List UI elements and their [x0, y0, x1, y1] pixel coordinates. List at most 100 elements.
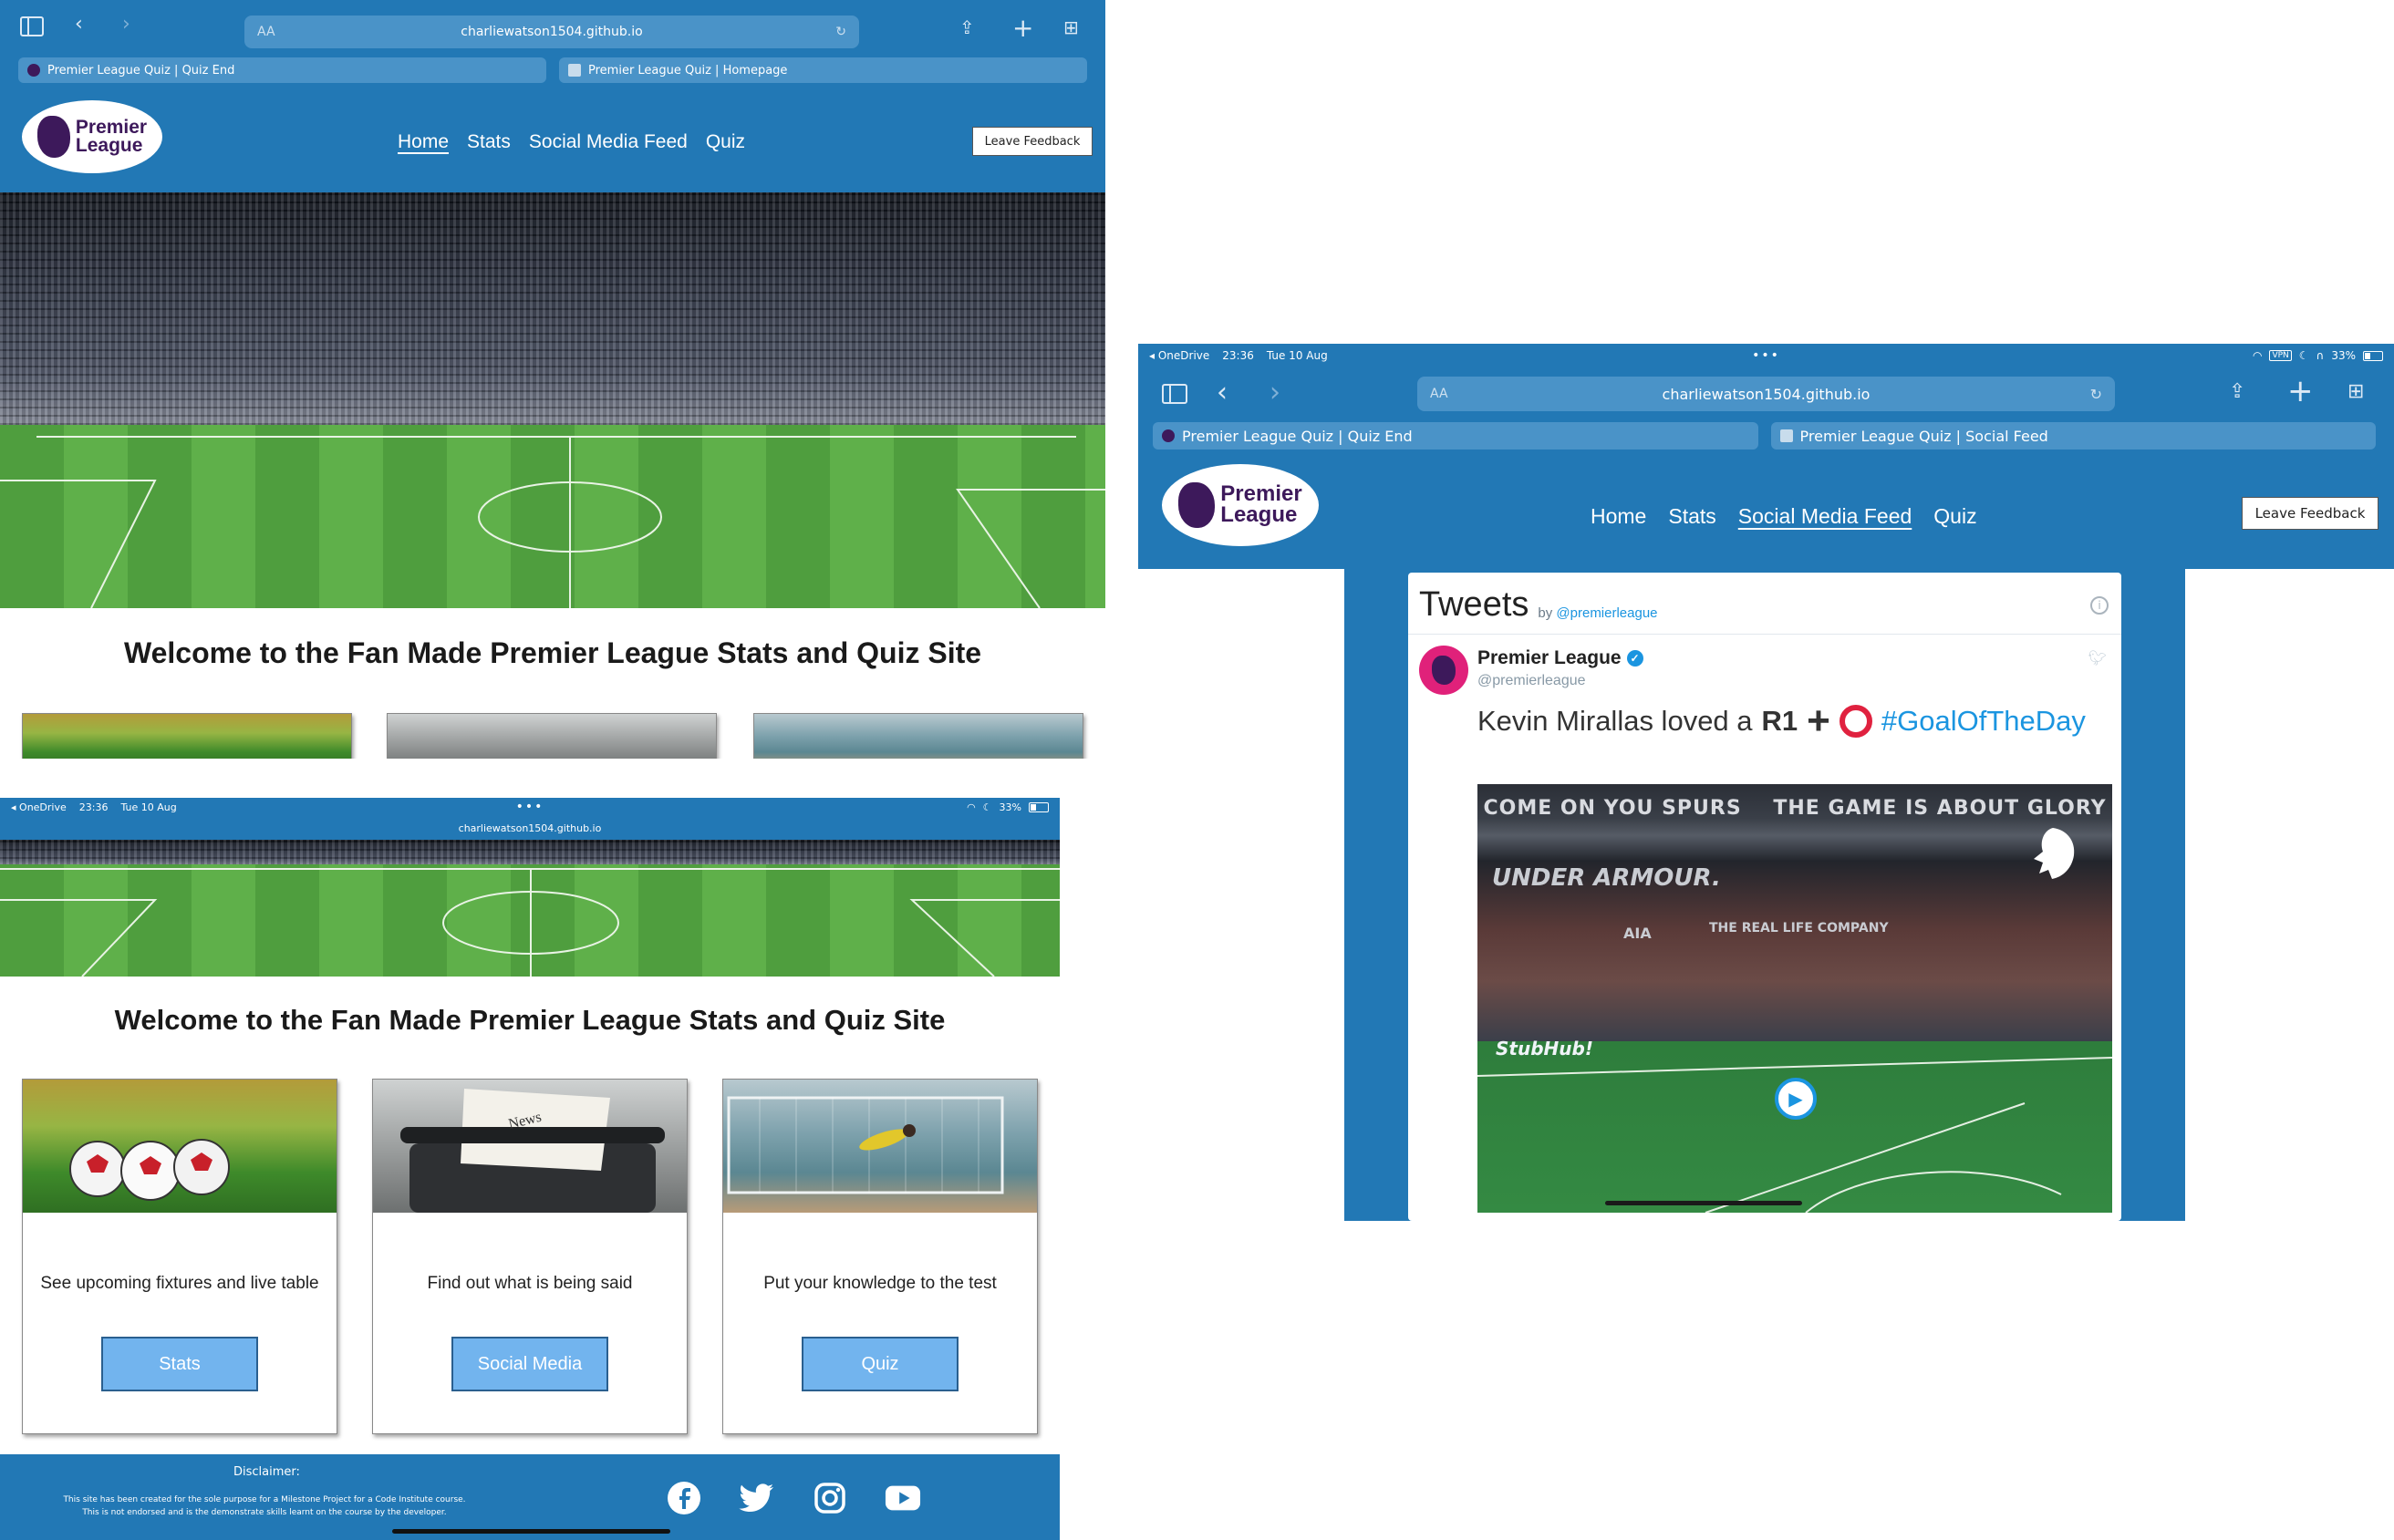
clock: 23:36 [1222, 349, 1254, 362]
sidebar-toggle-icon[interactable] [1162, 384, 1187, 404]
headphones-icon: ∩ [2316, 349, 2325, 362]
tweet-text-start: Kevin Mirallas loved a [1477, 705, 1753, 737]
nav-social-media-feed[interactable]: Social Media Feed [1738, 504, 1912, 529]
circle-emoji-icon [1839, 705, 1872, 738]
tab-overview-icon[interactable]: ⊞ [1063, 16, 1079, 38]
logo-line-2: League [1220, 502, 1298, 527]
info-icon[interactable]: i [2090, 596, 2109, 615]
premier-league-favicon [1162, 429, 1175, 442]
back-icon[interactable]: ‹ [75, 13, 83, 36]
tab-label: Premier League Quiz | Homepage [588, 63, 788, 78]
back-to-app[interactable]: ◂ OneDrive [11, 801, 67, 813]
multitask-dots-icon[interactable]: ••• [516, 800, 544, 814]
tab-quiz-end[interactable]: Premier League Quiz | Quiz End [18, 57, 546, 83]
date: Tue 10 Aug [1266, 349, 1328, 362]
status-bar: ◂ OneDrive 23:36 Tue 10 Aug ••• ◠ ☾ 33% [0, 798, 1060, 816]
nav-quiz[interactable]: Quiz [1933, 504, 1976, 529]
facebook-icon[interactable] [666, 1480, 702, 1516]
welcome-heading: Welcome to the Fan Made Premier League S… [114, 1004, 946, 1036]
card-social: News Find out what is being said Social … [372, 1079, 688, 1434]
tweets-by: by @premierleague [1538, 605, 1658, 621]
nav-stats[interactable]: Stats [467, 131, 511, 153]
tweet-text: Kevin Mirallas loved a R1 + #GoalOfTheDa… [1477, 698, 2086, 744]
browser-toolbar: ‹ › AA charliewatson1504.github.io ↻ ⇪ +… [1138, 367, 2394, 419]
stadium-hero-image [0, 840, 1060, 977]
multitask-dots-icon[interactable]: ••• [1752, 348, 1780, 363]
tweet-handle[interactable]: @premierleague [1477, 673, 1586, 689]
nav-home[interactable]: Home [398, 131, 449, 153]
premier-league-lion-watermark-icon [2034, 828, 2075, 879]
nav-social-media-feed[interactable]: Social Media Feed [529, 131, 688, 153]
browser-toolbar: ‹ › AA charliewatson1504.github.io ↻ ⇪ +… [0, 0, 1105, 53]
stats-button[interactable]: Stats [101, 1337, 258, 1391]
tweets-title: Tweets [1419, 585, 1529, 624]
verified-badge-icon: ✓ [1626, 650, 1643, 667]
reader-aa-icon[interactable]: AA [1430, 387, 1448, 401]
footballs-image [23, 1080, 337, 1213]
video-ad-real-life: THE REAL LIFE COMPANY [1709, 921, 1889, 935]
page-favicon [568, 64, 581, 77]
youtube-icon[interactable] [885, 1480, 921, 1516]
forward-icon[interactable]: › [1270, 377, 1280, 408]
share-icon[interactable]: ⇪ [2229, 380, 2245, 403]
back-icon[interactable]: ‹ [1217, 377, 1228, 408]
tab-homepage[interactable]: Premier League Quiz | Homepage [559, 57, 1087, 83]
quiz-button[interactable]: Quiz [802, 1337, 959, 1391]
card-quiz: Put your knowledge to the test Quiz [722, 1079, 1038, 1434]
hashtag-link[interactable]: #GoalOfTheDay [1881, 705, 2086, 738]
premier-league-favicon [27, 64, 40, 77]
share-icon[interactable]: ⇪ [959, 16, 975, 38]
nav-quiz[interactable]: Quiz [706, 131, 745, 153]
reader-aa-icon[interactable]: AA [257, 25, 275, 39]
instagram-icon[interactable] [812, 1480, 848, 1516]
premier-league-logo[interactable]: Premier League [1162, 464, 1319, 546]
nav-home[interactable]: Home [1591, 504, 1646, 529]
card-image [388, 714, 716, 759]
social-links [666, 1480, 921, 1516]
disclaimer-text: This site has been created for the sole … [36, 1494, 492, 1519]
disclaimer-line-2: This is not endorsed and is the demonstr… [82, 1507, 447, 1517]
tab-quiz-end[interactable]: Premier League Quiz | Quiz End [1153, 422, 1758, 450]
home-indicator[interactable] [1605, 1201, 1802, 1205]
reload-icon[interactable]: ↻ [2090, 386, 2102, 403]
main-nav: Home Stats Social Media Feed Quiz [398, 131, 745, 153]
premier-league-avatar[interactable] [1419, 646, 1468, 695]
compact-address-bar[interactable]: charliewatson1504.github.io [0, 816, 1060, 840]
social-feed-screenshot: ◂ OneDrive 23:36 Tue 10 Aug ••• ◠ VPN ☾ ∩ 33% … [1138, 344, 2394, 1224]
plus-emoji-icon: + [1807, 698, 1830, 743]
lion-icon [1178, 482, 1216, 528]
tweet-video[interactable]: COME ON YOU SPURS THE GAME IS ABOUT GLOR… [1477, 784, 2112, 1213]
social-media-button[interactable]: Social Media [451, 1337, 608, 1391]
battery-percent: 33% [999, 801, 1021, 813]
leave-feedback-button[interactable]: Leave Feedback [2242, 497, 2378, 530]
sidebar-toggle-icon[interactable] [20, 16, 44, 36]
premier-league-logo[interactable]: Premier League [22, 100, 162, 173]
twitter-icon[interactable] [739, 1480, 775, 1516]
address-bar[interactable]: AA charliewatson1504.github.io ↻ [244, 16, 859, 48]
new-tab-icon[interactable]: + [1012, 13, 1033, 43]
twitter-bird-icon[interactable]: 🐦︎ [2088, 649, 2107, 667]
home-indicator[interactable] [392, 1529, 670, 1534]
tab-overview-icon[interactable]: ⊞ [2347, 380, 2364, 403]
moon-icon: ☾ [982, 801, 992, 813]
card-description: Find out what is being said [427, 1274, 633, 1293]
battery-percent: 33% [2331, 349, 2356, 362]
twitter-timeline[interactable]: Tweets by @premierleague i Premier Leagu… [1408, 573, 2121, 1221]
video-pitch-lines [1477, 1057, 2112, 1213]
nav-stats[interactable]: Stats [1668, 504, 1715, 529]
tab-social-feed[interactable]: Premier League Quiz | Social Feed [1770, 422, 2376, 450]
leave-feedback-button[interactable]: Leave Feedback [972, 127, 1093, 156]
address-bar[interactable]: AA charliewatson1504.github.io ↻ [1417, 377, 2115, 411]
new-tab-icon[interactable]: + [2287, 373, 2314, 409]
tweets-by-handle-link[interactable]: @premierleague [1556, 605, 1657, 621]
card-description: See upcoming fixtures and live table [40, 1274, 319, 1293]
tab-label: Premier League Quiz | Quiz End [47, 63, 235, 78]
reload-icon[interactable]: ↻ [835, 25, 846, 39]
pitch-lines [0, 436, 1105, 608]
site-header: Premier League Home Stats Social Media F… [0, 88, 1105, 192]
battery-icon [1029, 801, 1049, 812]
forward-icon[interactable]: › [122, 13, 130, 36]
stadium-hero-image [0, 192, 1105, 608]
play-icon[interactable]: ▶ [1775, 1078, 1817, 1120]
back-to-app[interactable]: ◂ OneDrive [1149, 349, 1209, 362]
